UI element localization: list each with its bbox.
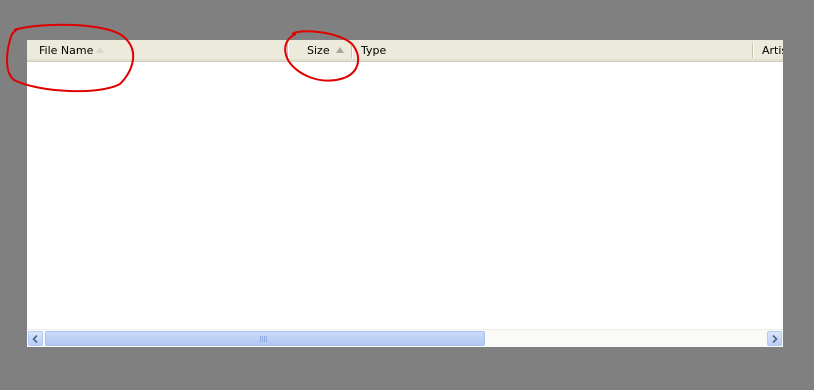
scroll-right-icon[interactable] <box>767 331 782 346</box>
column-header-size[interactable]: Size <box>289 40 351 61</box>
column-header-type[interactable]: Type <box>353 40 751 61</box>
scroll-left-icon[interactable] <box>28 331 43 346</box>
column-header-file-name-label: File Name <box>39 44 94 57</box>
sort-ascending-faint-icon <box>96 47 104 53</box>
file-list-view[interactable]: File Name Size Type Artis <box>27 40 783 347</box>
scrollbar-thumb[interactable] <box>45 331 485 346</box>
column-header-type-label: Type <box>361 44 387 57</box>
column-divider[interactable] <box>752 43 753 58</box>
column-header-artist[interactable]: Artis <box>754 40 783 61</box>
sort-ascending-icon <box>336 47 344 53</box>
horizontal-scrollbar[interactable] <box>27 329 783 347</box>
column-header-bar: File Name Size Type Artis <box>27 40 783 62</box>
column-header-artist-label: Artis <box>762 44 783 57</box>
column-header-file-name[interactable]: File Name <box>27 40 287 61</box>
column-divider[interactable] <box>351 43 352 58</box>
scrollbar-grip-icon <box>260 336 268 342</box>
column-header-size-label: Size <box>307 44 330 57</box>
column-divider[interactable] <box>287 43 288 58</box>
